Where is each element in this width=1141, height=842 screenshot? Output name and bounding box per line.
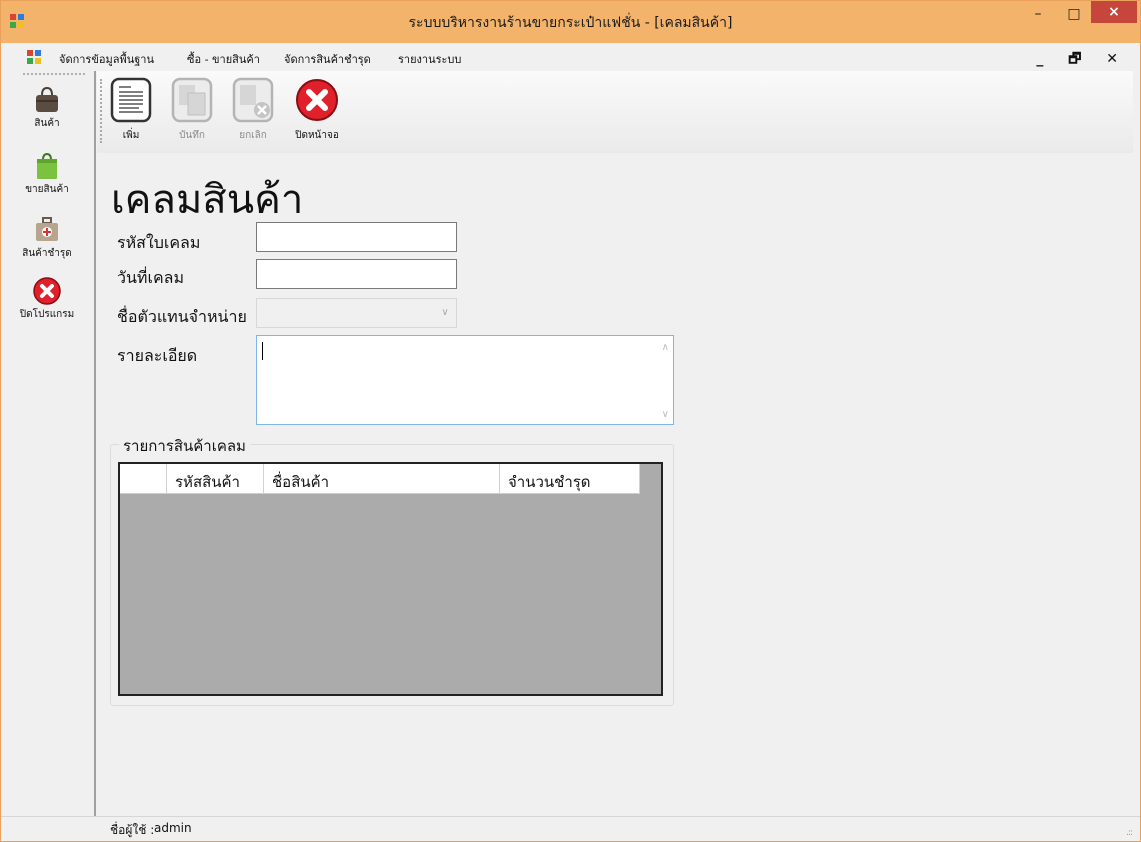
user-label: ชื่อผู้ใช้ :	[110, 823, 155, 837]
save-button-label: บันทึก	[179, 130, 205, 141]
sidebar-label: ปิดโปรแกรม	[19, 309, 75, 320]
save-button[interactable]: บันทึก	[163, 77, 221, 143]
user-name: admin	[154, 821, 192, 835]
grid-header: รหัสสินค้า ชื่อสินค้า จำนวนชำรุด	[120, 464, 640, 494]
column-defect-qty[interactable]: จำนวนชำรุด	[500, 464, 640, 494]
cancel-button-label: ยกเลิก	[239, 130, 267, 141]
detail-label: รายละเอียด	[117, 346, 198, 365]
mdi-window-controls[interactable]: _ 🗗 ✕	[1036, 48, 1128, 72]
scroll-down-icon[interactable]: ∨	[662, 409, 669, 420]
add-button-label: เพิ่ม	[122, 130, 140, 141]
sidebar-grip[interactable]	[23, 73, 85, 75]
sidebar-item-products[interactable]: สินค้า	[1, 85, 93, 131]
close-form-button[interactable]: ปิดหน้าจอ	[288, 77, 346, 143]
dealer-select[interactable]: ∨	[256, 298, 457, 328]
claim-form: เคลมสินค้า รหัสใบเคลม วันที่เคลม ชื่อตัว…	[97, 153, 1133, 816]
chevron-down-icon[interactable]: ∨	[434, 299, 456, 327]
menu-basic-data[interactable]: จัดการข้อมูลพื้นฐาน	[59, 50, 154, 68]
form-toolbar: เพิ่ม บันทึก ยกเลิก ปิดหน้าจอ	[97, 71, 1133, 153]
sidebar-item-exit[interactable]: ปิดโปรแกรม	[1, 276, 93, 322]
claim-id-input[interactable]	[256, 222, 457, 252]
save-document-icon	[171, 77, 213, 123]
claim-items-title: รายการสินค้าเคลม	[119, 434, 250, 458]
sidebar-toolstrip: สินค้า ขายสินค้า สินค้าชำรุด ปิดโปรแกรม	[1, 71, 93, 816]
close-circle-icon	[296, 79, 338, 121]
claim-date-input[interactable]	[256, 259, 457, 289]
close-window-button[interactable]: ×	[1091, 1, 1137, 23]
close-circle-icon	[33, 277, 61, 305]
claim-items-grid[interactable]: รหัสสินค้า ชื่อสินค้า จำนวนชำรุด	[118, 462, 663, 696]
menu-defective-products[interactable]: จัดการสินค้าชำรุด	[284, 50, 371, 68]
sidebar-divider	[94, 71, 96, 816]
text-caret	[262, 342, 263, 360]
shopping-bag-icon	[37, 152, 57, 179]
sidebar-item-defective[interactable]: สินค้าชำรุด	[1, 215, 93, 261]
column-product-id[interactable]: รหัสสินค้า	[167, 464, 264, 494]
claim-date-label: วันที่เคลม	[117, 268, 184, 287]
mdi-child-icon[interactable]	[26, 49, 42, 65]
new-document-icon	[110, 77, 152, 123]
status-bar: ชื่อผู้ใช้ : admin .::	[1, 816, 1140, 841]
menu-bar: จัดการข้อมูลพื้นฐาน ซื้อ - ขายสินค้า จัด…	[1, 43, 1140, 71]
column-product-name[interactable]: ชื่อสินค้า	[264, 464, 500, 494]
add-button[interactable]: เพิ่ม	[102, 77, 160, 143]
cancel-button[interactable]: ยกเลิก	[224, 77, 282, 143]
title-bar[interactable]: ระบบบริหารงานร้านขายกระเป๋าแฟชั่น - [เคล…	[1, 1, 1140, 43]
window-title: ระบบบริหารงานร้านขายกระเป๋าแฟชั่น - [เคล…	[408, 15, 733, 31]
sidebar-label: ขายสินค้า	[25, 184, 69, 195]
dealer-label: ชื่อตัวแทนจำหน่าย	[117, 307, 247, 326]
minimize-button[interactable]: –	[1021, 1, 1055, 31]
claim-id-label: รหัสใบเคลม	[117, 233, 201, 252]
sidebar-label: สินค้า	[34, 118, 60, 129]
scroll-up-icon[interactable]: ∧	[662, 342, 669, 353]
sidebar-item-sell[interactable]: ขายสินค้า	[1, 151, 93, 197]
row-header-column[interactable]	[120, 464, 167, 494]
sidebar-label: สินค้าชำรุด	[22, 248, 72, 259]
first-aid-kit-icon	[36, 217, 58, 241]
menu-reports[interactable]: รายงานระบบ	[398, 50, 461, 68]
cancel-document-icon	[232, 77, 274, 123]
resize-grip-icon[interactable]: .::	[1126, 828, 1133, 838]
detail-textarea[interactable]: ∧ ∨	[256, 335, 674, 425]
handbag-icon	[36, 86, 58, 112]
close-form-button-label: ปิดหน้าจอ	[295, 130, 339, 141]
claim-items-group: รายการสินค้าเคลม รหัสสินค้า ชื่อสินค้า จ…	[110, 434, 674, 706]
main-window: ระบบบริหารงานร้านขายกระเป๋าแฟชั่น - [เคล…	[0, 0, 1141, 842]
menu-buy-sell[interactable]: ซื้อ - ขายสินค้า	[187, 50, 260, 68]
maximize-button[interactable]: □	[1057, 1, 1091, 31]
